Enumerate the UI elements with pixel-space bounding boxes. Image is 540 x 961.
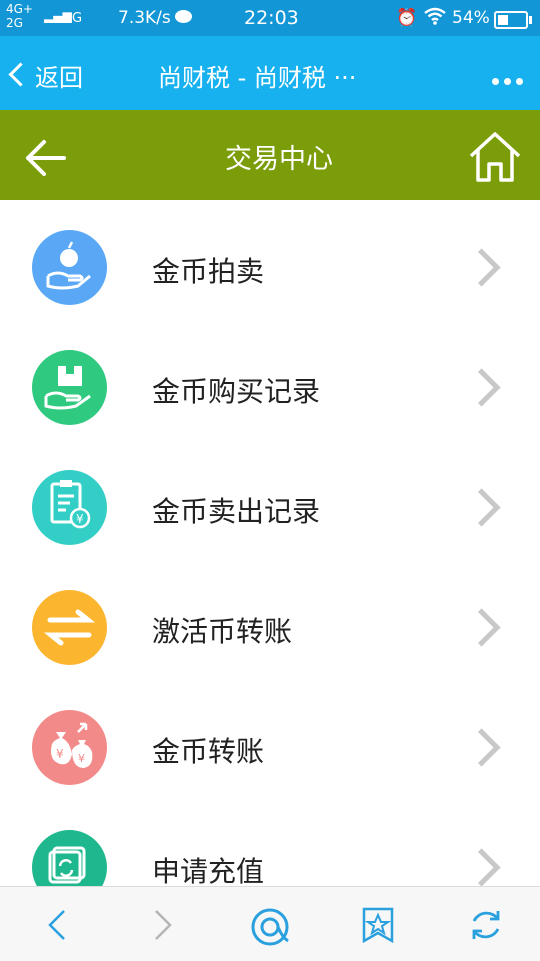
- header-title: 交易中心: [225, 144, 333, 175]
- alarm-icon: ⏰: [396, 8, 418, 28]
- document-yen-icon: ¥: [32, 470, 107, 545]
- dot-icon: [516, 78, 523, 85]
- bookmark-star-icon[interactable]: [358, 905, 398, 945]
- wifi-icon: [424, 7, 446, 30]
- svg-text:¥: ¥: [56, 747, 64, 761]
- menu-item-gold-transfer[interactable]: ¥ ¥ 金币转账: [0, 680, 540, 800]
- battery-icon: [494, 11, 532, 29]
- nav-forward-button[interactable]: [142, 905, 182, 945]
- network-speed: 7.3K/s: [118, 8, 171, 28]
- chevron-right-icon: [462, 848, 501, 886]
- menu-label: 金币转账: [152, 735, 265, 768]
- home-icon[interactable]: [468, 130, 522, 188]
- battery-percent: 54%: [452, 8, 490, 28]
- menu-label: 申请充值: [152, 855, 265, 886]
- chevron-right-icon: [462, 488, 501, 527]
- network-type: 4G+ 2G: [6, 2, 33, 30]
- menu-item-recharge-request[interactable]: 申请充值: [0, 800, 540, 886]
- chevron-left-icon: [8, 62, 33, 87]
- svg-text:¥: ¥: [76, 512, 84, 526]
- page-title: 尚财税 - 尚财税 ···: [158, 64, 357, 92]
- chevron-right-icon: [462, 608, 501, 647]
- menu-label: 金币购买记录: [152, 375, 321, 408]
- menu-label: 金币卖出记录: [152, 495, 321, 528]
- menu-label: 金币拍卖: [152, 255, 265, 288]
- refresh-card-icon: [32, 830, 107, 886]
- clock: 22:03: [244, 7, 299, 29]
- svg-text:¥: ¥: [78, 752, 85, 765]
- menu-list: 金币拍卖 金币购买记录 ¥ 金币卖出记录 激活币转账 ¥ ¥ 金币转账 申请充值: [0, 200, 540, 886]
- more-menu-button[interactable]: [492, 70, 528, 89]
- chevron-right-icon: [462, 248, 501, 287]
- money-bag-icon: ¥ ¥: [32, 710, 107, 785]
- chat-bubble-icon: [175, 10, 192, 23]
- browser-home-icon[interactable]: [248, 905, 289, 946]
- menu-item-gold-sale-record[interactable]: ¥ 金币卖出记录: [0, 440, 540, 560]
- refresh-icon[interactable]: [466, 905, 506, 945]
- carrier-label: G: [72, 11, 83, 26]
- dot-icon: [504, 78, 511, 85]
- app-header: 交易中心: [0, 110, 540, 200]
- dot-icon: [492, 78, 499, 85]
- nav-back-button[interactable]: [38, 905, 78, 945]
- hand-apple-icon: [32, 230, 107, 305]
- transfer-arrows-icon: [32, 590, 107, 665]
- menu-item-activation-transfer[interactable]: 激活币转账: [0, 560, 540, 680]
- menu-item-gold-purchase-record[interactable]: 金币购买记录: [0, 320, 540, 440]
- back-label: 返回: [35, 64, 83, 92]
- hand-box-icon: [32, 350, 107, 425]
- chevron-right-icon: [462, 368, 501, 407]
- signal-icon: ▂▄▆: [44, 9, 72, 23]
- menu-item-gold-auction[interactable]: 金币拍卖: [0, 200, 540, 320]
- browser-bar: 返回 尚财税 - 尚财税 ···: [0, 36, 540, 110]
- menu-label: 激活币转账: [152, 615, 293, 648]
- back-button[interactable]: 返回: [8, 58, 83, 93]
- browser-toolbar: [0, 886, 540, 961]
- chevron-right-icon: [462, 728, 501, 767]
- status-bar: 4G+ 2G ▂▄▆ G 7.3K/s 22:03 ⏰ 54%: [0, 0, 540, 36]
